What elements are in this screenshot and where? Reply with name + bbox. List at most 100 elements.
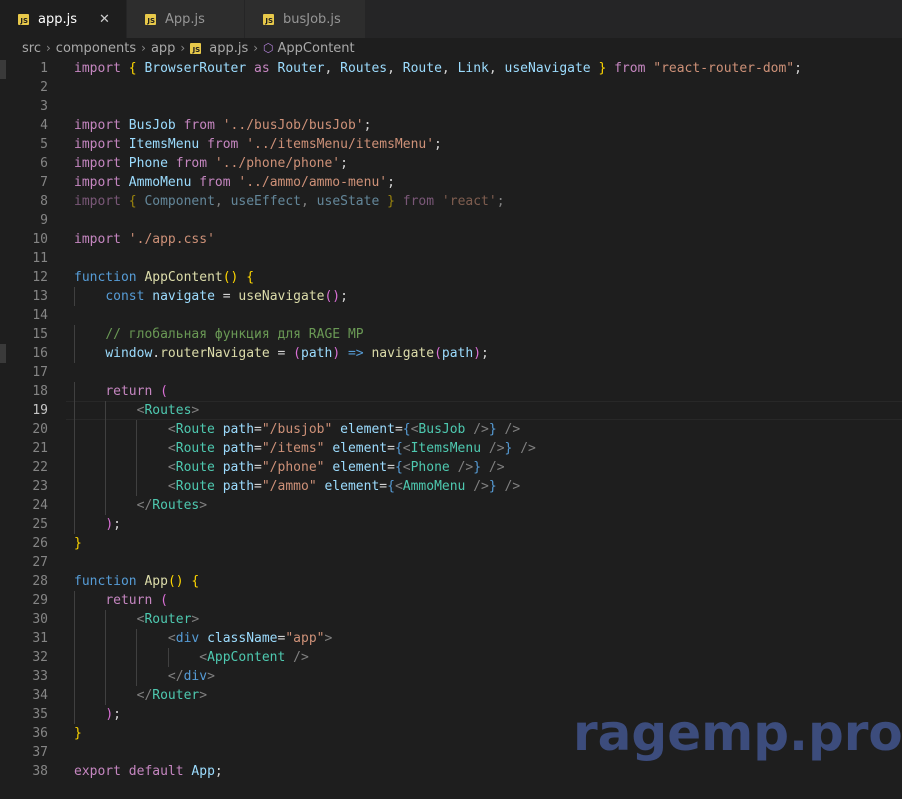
code-editor[interactable]: 1 import { BrowserRouter as Router, Route…: [0, 58, 902, 799]
line-number: 16: [32, 346, 48, 361]
line-number: 14: [32, 308, 48, 323]
code-text: </Routes>: [136, 498, 208, 513]
code-text: </div>: [167, 669, 215, 684]
breadcrumb-item-components[interactable]: components: [56, 41, 136, 56]
line-number: 13: [32, 289, 48, 304]
line-number: 7: [40, 175, 48, 190]
line-number: 29: [32, 593, 48, 608]
tab-label: busJob.js: [283, 11, 341, 27]
close-icon[interactable]: ✕: [99, 12, 110, 27]
line-number: 27: [32, 555, 48, 570]
line-number: 3: [40, 99, 48, 114]
code-text: export default App;: [74, 764, 223, 779]
code-line[interactable]: 12 function AppContent() {: [0, 268, 902, 287]
code-line[interactable]: 38 export default App;: [0, 762, 902, 781]
line-number: 17: [32, 365, 48, 380]
code-text: <Router>: [136, 612, 200, 627]
breadcrumb: src › components › app › JS app.js › ⬡ A…: [0, 38, 902, 58]
line-number: 11: [32, 251, 48, 266]
line-number: 30: [32, 612, 48, 627]
line-number: 18: [32, 384, 48, 399]
line-number: 35: [32, 707, 48, 722]
line-number: 20: [32, 422, 48, 437]
code-line[interactable]: 9: [0, 211, 902, 230]
code-line[interactable]: 25 );: [0, 515, 902, 534]
line-number: 32: [32, 650, 48, 665]
line-number: 21: [32, 441, 48, 456]
code-text: import ItemsMenu from '../itemsMenu/item…: [74, 137, 442, 152]
code-line[interactable]: 31 <div className="app">: [0, 629, 902, 648]
code-line[interactable]: 1 import { BrowserRouter as Router, Route…: [0, 59, 902, 78]
code-line[interactable]: 21 <Route path="/items" element={<ItemsM…: [0, 439, 902, 458]
code-line[interactable]: 23 <Route path="/ammo" element={<AmmoMen…: [0, 477, 902, 496]
line-number: 8: [40, 194, 48, 209]
breadcrumb-item-app[interactable]: app: [151, 41, 175, 56]
code-text: );: [105, 517, 121, 532]
code-text: import './app.css': [74, 232, 215, 247]
code-line[interactable]: 2: [0, 78, 902, 97]
code-line[interactable]: 32 <AppContent />: [0, 648, 902, 667]
line-number: 36: [32, 726, 48, 741]
code-text: function AppContent() {: [74, 270, 255, 285]
tab-label: app.js: [38, 11, 77, 27]
symbol-class-icon: ⬡: [263, 41, 274, 55]
code-text: // глобальная функция для RAGE MP: [105, 327, 364, 342]
breadcrumb-item-src[interactable]: src: [22, 41, 41, 56]
code-line[interactable]: 34 </Router>: [0, 686, 902, 705]
code-line[interactable]: 3: [0, 97, 902, 116]
code-line[interactable]: 28 function App() {: [0, 572, 902, 591]
breadcrumb-item-file[interactable]: app.js: [209, 41, 248, 56]
watermark: ragemp.pro: [573, 704, 902, 762]
code-text: <Route path="/items" element={<ItemsMenu…: [167, 441, 536, 456]
code-text: return (: [105, 384, 168, 399]
code-line[interactable]: 4 import BusJob from '../busJob/busJob';: [0, 116, 902, 135]
code-line[interactable]: 11: [0, 249, 902, 268]
code-line[interactable]: 13 const navigate = useNavigate();: [0, 287, 902, 306]
line-number: 24: [32, 498, 48, 513]
code-line[interactable]: 18 return (: [0, 382, 902, 401]
code-text: </Router>: [136, 688, 208, 703]
code-line[interactable]: 27: [0, 553, 902, 572]
breadcrumb-item-symbol[interactable]: AppContent: [278, 41, 355, 56]
code-text: }: [74, 726, 82, 741]
code-line[interactable]: 6 import Phone from '../phone/phone';: [0, 154, 902, 173]
code-line[interactable]: 29 return (: [0, 591, 902, 610]
line-number: 4: [40, 118, 48, 133]
code-line[interactable]: 33 </div>: [0, 667, 902, 686]
code-text: import Phone from '../phone/phone';: [74, 156, 348, 171]
code-line[interactable]: 7 import AmmoMenu from '../ammo/ammo-menu…: [0, 173, 902, 192]
code-line[interactable]: 16 window.routerNavigate = (path) => nav…: [0, 344, 902, 363]
code-line[interactable]: 5 import ItemsMenu from '../itemsMenu/ite…: [0, 135, 902, 154]
code-text: <Route path="/phone" element={<Phone />}…: [167, 460, 505, 475]
code-text: }: [74, 536, 82, 551]
code-line[interactable]: 8 import { Component, useEffect, useState…: [0, 192, 902, 211]
tab-app-js[interactable]: JS app.js ✕: [0, 0, 127, 38]
code-line[interactable]: 30 <Router>: [0, 610, 902, 629]
tab-busJob-js[interactable]: JS busJob.js: [245, 0, 366, 38]
code-line[interactable]: 15 // глобальная функция для RAGE MP: [0, 325, 902, 344]
code-line[interactable]: 19 <Routes>: [0, 401, 902, 420]
code-line[interactable]: 17: [0, 363, 902, 382]
js-file-icon: JS: [190, 42, 202, 54]
line-number: 23: [32, 479, 48, 494]
line-number: 33: [32, 669, 48, 684]
js-file-icon: JS: [18, 13, 29, 25]
line-number: 5: [40, 137, 48, 152]
line-number: 19: [32, 403, 48, 418]
code-line[interactable]: 20 <Route path="/busjob" element={<BusJo…: [0, 420, 902, 439]
code-line[interactable]: 22 <Route path="/phone" element={<Phone …: [0, 458, 902, 477]
code-text: <Route path="/ammo" element={<AmmoMenu /…: [167, 479, 521, 494]
code-line[interactable]: 24 </Routes>: [0, 496, 902, 515]
code-line[interactable]: 26}: [0, 534, 902, 553]
tab-App-js[interactable]: JS App.js: [127, 0, 245, 38]
js-file-icon: JS: [145, 13, 156, 25]
code-text: <Route path="/busjob" element={<BusJob /…: [167, 422, 521, 437]
line-number: 10: [32, 232, 48, 247]
code-text: import AmmoMenu from '../ammo/ammo-menu'…: [74, 175, 395, 190]
chevron-right-icon: ›: [180, 41, 186, 55]
code-line[interactable]: 14: [0, 306, 902, 325]
line-number: 38: [32, 764, 48, 779]
tab-bar: JS app.js ✕ JS App.js JS busJob.js: [0, 0, 902, 38]
code-line[interactable]: 10 import './app.css': [0, 230, 902, 249]
line-number: 9: [40, 213, 48, 228]
